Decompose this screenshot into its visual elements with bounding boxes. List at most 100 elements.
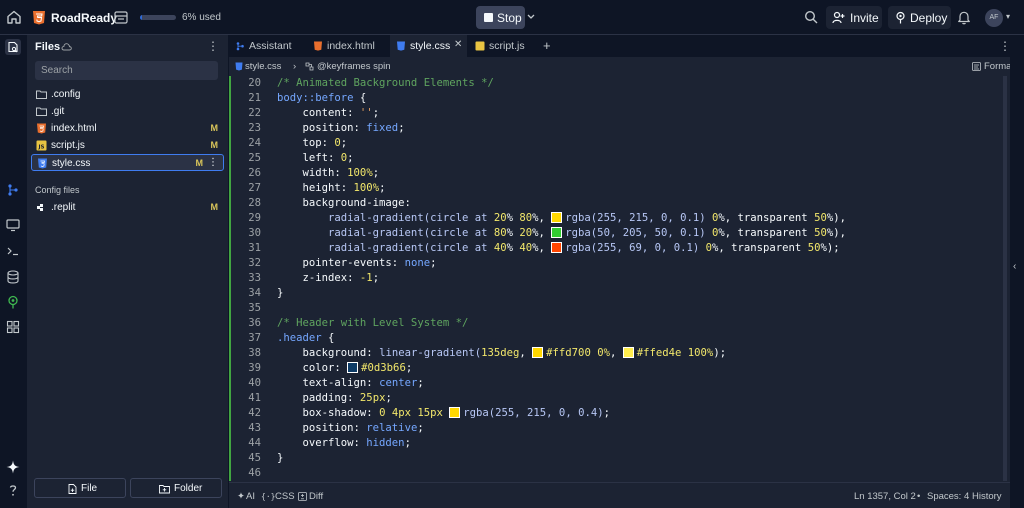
line-number: 34 <box>248 287 261 299</box>
line-number: 27 <box>248 182 261 194</box>
tab-script-js[interactable]: script.js <box>469 35 539 57</box>
usage-text: 6% used <box>182 12 221 23</box>
sparkle-icon[interactable] <box>5 459 21 475</box>
file-name: index.html <box>51 123 97 134</box>
diff-icon <box>298 492 307 501</box>
app-layout-icon[interactable] <box>114 11 128 24</box>
code-line: position: fixed; <box>277 122 405 134</box>
line-number: 43 <box>248 422 261 434</box>
files-more-icon[interactable]: ⋮ <box>207 39 219 53</box>
top-bar: RoadReady 6% used Stop Invite Deploy AF … <box>0 0 1024 35</box>
line-number: 32 <box>248 257 261 269</box>
file-item-git[interactable]: .git <box>31 103 224 120</box>
search-icon[interactable] <box>804 10 818 24</box>
color-swatch[interactable] <box>622 347 634 358</box>
stop-button[interactable]: Stop <box>476 6 525 29</box>
chevron-down-icon[interactable] <box>526 10 536 24</box>
code-line: radial-gradient(circle at 40% 40%, rgba(… <box>277 242 840 254</box>
database-icon[interactable] <box>5 269 21 285</box>
tab-assistant[interactable]: Assistant <box>229 35 303 57</box>
all-tools-icon[interactable] <box>5 319 21 335</box>
files-icon[interactable] <box>5 39 21 55</box>
status-bar: ✦ AI {·} CSS Diff Ln 1357, Col 2 • Space… <box>229 482 1010 508</box>
file-status-badge: M <box>195 158 204 168</box>
code-editor[interactable]: 20 21 22 23 24 25 26 27 28 29 30 31 32 33 34 35 36 37 38 39… <box>229 76 999 481</box>
webview-icon[interactable] <box>5 217 21 233</box>
css-file-icon <box>397 41 405 51</box>
new-folder-button[interactable]: Folder <box>130 478 222 498</box>
new-file-button[interactable]: File <box>34 478 126 498</box>
color-swatch[interactable] <box>551 212 563 223</box>
home-icon[interactable] <box>6 9 22 25</box>
app-name[interactable]: RoadReady <box>51 11 117 25</box>
avatar[interactable]: AF <box>985 9 1003 27</box>
files-panel-title: Files <box>35 41 61 53</box>
code-line: } <box>277 452 284 464</box>
diff-button[interactable]: Diff <box>309 491 323 502</box>
shell-icon[interactable] <box>5 243 21 259</box>
invite-button[interactable]: Invite <box>826 6 882 29</box>
breadcrumb-file[interactable]: style.css <box>245 61 281 72</box>
ai-toggle[interactable]: AI <box>246 491 255 502</box>
file-name: .config <box>51 89 81 100</box>
editor-pane: Assistant index.html style.css ✕ script.… <box>229 35 1014 508</box>
color-swatch[interactable] <box>532 347 544 358</box>
chevron-left-icon[interactable]: ‹ <box>1013 261 1016 272</box>
replit-file-icon <box>37 204 43 211</box>
tab-index-html[interactable]: index.html <box>307 35 387 57</box>
code-line: top: 0; <box>277 137 348 149</box>
line-number: 35 <box>248 302 261 314</box>
file-item-script-js[interactable]: JS script.js M <box>31 137 224 154</box>
code-line: position: relative; <box>277 422 424 434</box>
js-file-icon <box>475 41 485 51</box>
new-file-icon <box>68 484 77 494</box>
color-swatch[interactable] <box>347 362 359 373</box>
color-swatch[interactable] <box>551 227 563 238</box>
file-item-index-html[interactable]: index.html M <box>31 120 224 137</box>
new-file-label: File <box>81 483 98 494</box>
assistant-icon <box>236 42 244 51</box>
file-name: style.css <box>52 158 91 169</box>
stop-icon <box>484 13 493 22</box>
line-number: 21 <box>248 92 261 104</box>
deploy-button[interactable]: Deploy <box>888 6 951 29</box>
file-options-icon[interactable]: ⋮ <box>208 157 218 168</box>
avatar-chevron-icon[interactable]: ▾ <box>1006 12 1010 21</box>
code-line: height: 100%; <box>277 182 386 194</box>
line-number: 39 <box>248 362 261 374</box>
file-item-style-css[interactable]: style.css M ⋮ <box>31 154 224 171</box>
new-tab-icon[interactable]: + <box>543 38 551 53</box>
bell-icon[interactable] <box>957 10 971 25</box>
code-line: body::before { <box>277 92 367 104</box>
close-tab-icon[interactable]: ✕ <box>454 39 462 50</box>
left-rail <box>0 35 26 508</box>
usage-progress-bar[interactable] <box>140 15 176 20</box>
usage-progress-fill <box>140 15 143 20</box>
language-selector[interactable]: CSS <box>275 491 295 502</box>
right-panel-strip: ‹ <box>1010 35 1024 508</box>
breadcrumb-symbol[interactable]: @keyframes spin <box>317 61 391 72</box>
indentation-selector[interactable]: Spaces: 4 <box>927 491 969 502</box>
code-line: background: linear-gradient(135deg, #ffd… <box>277 347 727 359</box>
file-item-replit[interactable]: .replit M <box>31 199 224 216</box>
deployments-icon[interactable] <box>5 294 21 310</box>
files-panel: Files ⋮ .config .git index.html M JS scr… <box>27 35 228 508</box>
code-line: /* Header with Level System */ <box>277 317 469 329</box>
help-icon[interactable] <box>5 482 21 498</box>
history-button[interactable]: History <box>972 491 1002 502</box>
color-swatch[interactable] <box>449 407 461 418</box>
html5-logo-icon[interactable] <box>32 10 46 25</box>
code-line: z-index: -1; <box>277 272 380 284</box>
invite-label: Invite <box>850 11 879 25</box>
files-search-input[interactable] <box>35 61 218 80</box>
file-item-config[interactable]: .config <box>31 86 224 103</box>
file-name: script.js <box>51 140 85 151</box>
cursor-position[interactable]: Ln 1357, Col 2 <box>854 491 916 502</box>
tab-style-css[interactable]: style.css ✕ <box>390 35 467 57</box>
line-number: 46 <box>248 467 261 479</box>
color-swatch[interactable] <box>551 242 563 253</box>
html-file-icon <box>37 123 46 134</box>
git-branch-icon[interactable] <box>5 182 21 198</box>
line-number: 41 <box>248 392 261 404</box>
editor-scrollbar[interactable] <box>1003 76 1007 481</box>
